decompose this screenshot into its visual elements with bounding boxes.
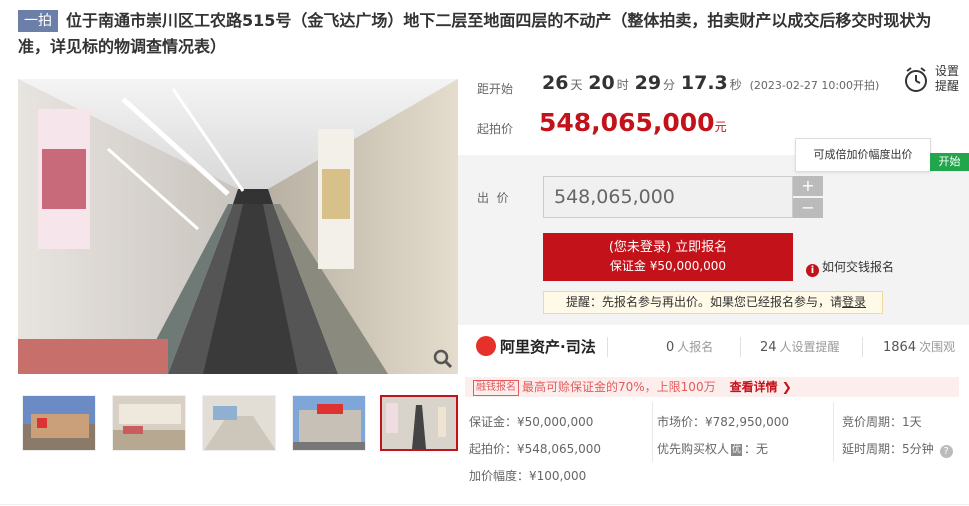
divider [833, 402, 834, 462]
platform-logo-text: 阿里资产·司法 [500, 338, 596, 356]
set-reminder-label: 设置提醒 [935, 64, 960, 93]
start-price-info: 起拍价：¥548,065,000 [469, 442, 601, 456]
signup-count-value: 0 [666, 340, 675, 355]
view-count: 1864 次围观 [883, 338, 955, 355]
bottom-divider [0, 504, 969, 505]
thumbnail-strip [18, 395, 458, 453]
login-hint-text: 提醒：先报名参与再出价。如果您已经报名参与，请 [566, 295, 843, 309]
set-reminder-button[interactable]: 设置提醒 [903, 64, 963, 98]
thumbnail-2[interactable] [112, 395, 186, 451]
start-time: (2023-02-27 10:00开拍) [749, 79, 880, 92]
reminder-count: 24 人设置提醒 [760, 338, 840, 355]
thumbnail-1[interactable] [22, 395, 96, 451]
loan-promo-banner: 融钱报名 最高可赊保证金的70%，上限100万 查看详情 ❯ [465, 377, 959, 397]
countdown-hours: 20 [588, 72, 615, 94]
status-badge: 开始 [930, 153, 969, 171]
main-product-image[interactable] [18, 79, 458, 374]
hours-unit: 时 [616, 78, 629, 92]
loan-promo-text: 最高可赊保证金的70%，上限100万 [522, 380, 716, 394]
bid-amount-input[interactable]: 548,065,000 [543, 176, 793, 218]
signup-count-unit: 人报名 [677, 340, 714, 354]
priority-buyer-label: 优先购买权人 [657, 442, 730, 456]
decrease-bid-button[interactable]: − [793, 198, 823, 218]
thumbnail-3[interactable] [202, 395, 276, 451]
countdown-minutes: 29 [634, 72, 662, 94]
thumbnail-4[interactable] [292, 395, 366, 451]
view-count-unit: 次围观 [919, 340, 956, 354]
bid-label: 出 价 [477, 191, 509, 205]
alarm-clock-icon [903, 66, 929, 98]
auction-round-badge: 一拍 [18, 10, 58, 32]
reminder-count-value: 24 [760, 340, 777, 355]
priority-badge: 优 [731, 444, 743, 456]
minutes-unit: 分 [663, 78, 676, 92]
increase-bid-button[interactable]: + [793, 176, 823, 196]
signup-button[interactable]: (您未登录) 立即报名 保证金 ¥50,000,000 [543, 233, 793, 281]
priority-buyer-info: 优先购买权人优：无 [657, 440, 768, 457]
bid-cycle-info: 竞价周期：1天 [842, 415, 922, 429]
login-hint: 提醒：先报名参与再出价。如果您已经报名参与，请登录 [543, 291, 883, 314]
reminder-count-unit: 人设置提醒 [779, 340, 840, 354]
delay-cycle-text: 延时周期：5分钟 [842, 442, 934, 456]
page-title: 一拍 位于南通市崇川区工农路515号（金飞达广场）地下二层至地面四层的不动产（整体… [18, 8, 963, 60]
view-details-link[interactable]: 查看详情 ❯ [730, 380, 792, 394]
divider [607, 337, 608, 357]
divider [862, 337, 863, 357]
login-link[interactable]: 登录 [842, 295, 866, 309]
deposit-info: 保证金：¥50,000,000 [469, 415, 594, 429]
divider [652, 402, 653, 462]
start-price-value: 548,065,000 [539, 108, 715, 137]
start-price: 548,065,000元 [539, 108, 727, 137]
days-unit: 天 [570, 78, 583, 92]
countdown-label: 距开始 [477, 82, 514, 96]
countdown-days: 26 [542, 72, 569, 94]
seconds-unit: 秒 [729, 78, 742, 92]
increment-info: 加价幅度：¥100,000 [469, 469, 587, 483]
help-icon[interactable]: ? [939, 445, 953, 458]
page-title-text: 位于南通市崇川区工农路515号（金飞达广场）地下二层至地面四层的不动产（整体拍卖… [18, 11, 932, 56]
ali-assets-logo-icon [476, 336, 496, 356]
loan-promo-tag: 融钱报名 [473, 380, 519, 396]
platform-logo: 阿里资产·司法 [476, 336, 596, 357]
divider [740, 337, 741, 357]
increment-tooltip: 可成倍加价幅度出价 [795, 138, 931, 172]
how-to-pay-link[interactable]: i 如何交钱报名 [806, 258, 894, 277]
escalator-photo [18, 79, 458, 374]
view-count-value: 1864 [883, 340, 917, 355]
market-price-info: 市场价：¥782,950,000 [657, 415, 789, 429]
priority-buyer-value: ：无 [744, 442, 769, 456]
countdown: 26 天 20 时 29 分 17.3 秒 (2023-02-27 10:00开拍) [540, 72, 879, 94]
zoom-icon[interactable] [432, 348, 454, 370]
countdown-seconds: 17.3 [680, 72, 728, 94]
signup-count: 0 人报名 [666, 338, 713, 355]
info-icon: i [806, 264, 819, 277]
start-price-unit: 元 [714, 120, 727, 134]
delay-cycle-info: 延时周期：5分钟? [842, 440, 953, 458]
signup-deposit: 保证金 ¥50,000,000 [609, 259, 727, 273]
start-price-label: 起拍价 [477, 122, 514, 136]
signup-button-label: (您未登录) 立即报名 [608, 240, 728, 255]
how-to-pay-label: 如何交钱报名 [822, 260, 895, 274]
thumbnail-5-selected[interactable] [380, 395, 458, 451]
